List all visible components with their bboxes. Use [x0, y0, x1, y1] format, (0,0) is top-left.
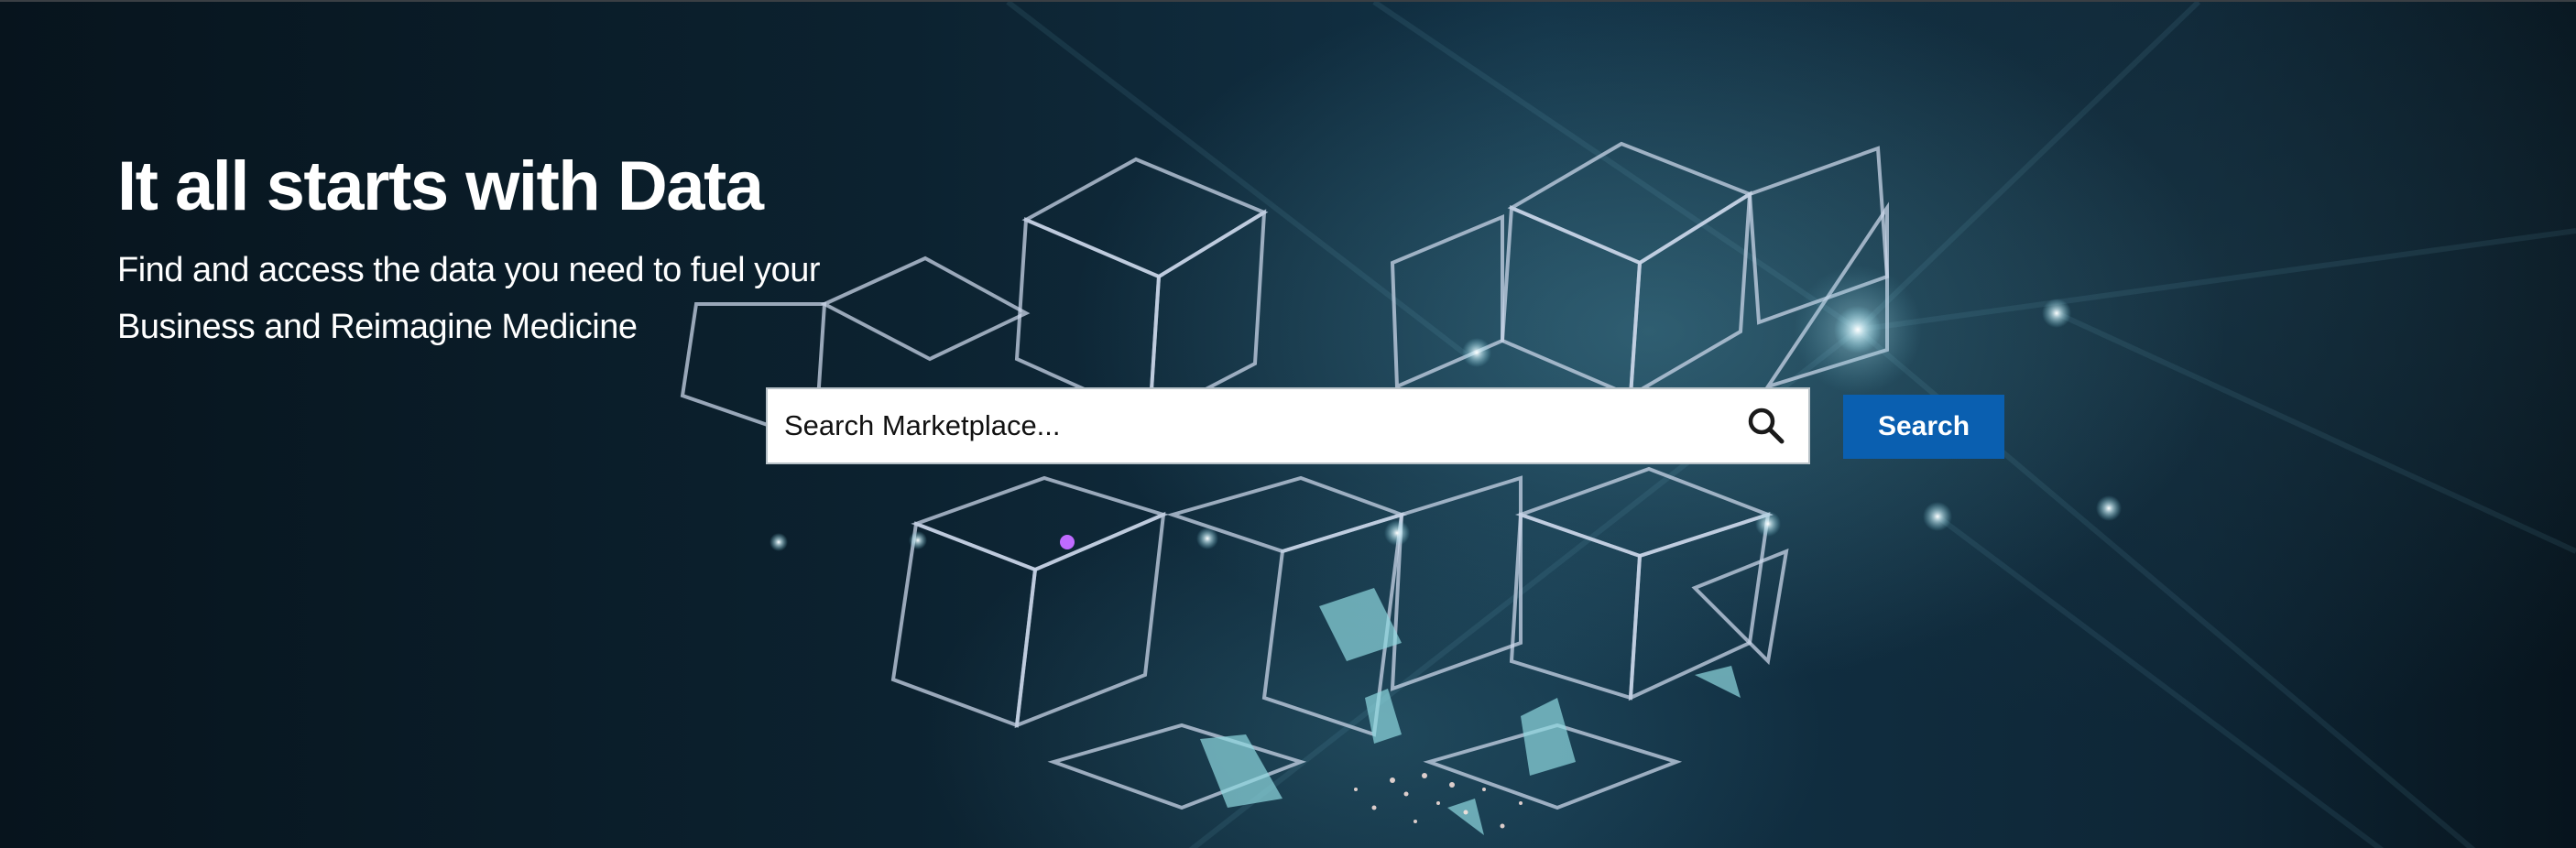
- search-input[interactable]: [768, 389, 1741, 462]
- search-button[interactable]: Search: [1843, 395, 2004, 459]
- hero-banner: It all starts with Data Find and access …: [0, 0, 2576, 848]
- search-box: [766, 387, 1810, 464]
- hero-subheadline-line2: Business and Reimagine Medicine: [117, 308, 638, 346]
- hero-subheadline-line1: Find and access the data you need to fue…: [117, 251, 821, 289]
- hero-subheadline: Find and access the data you need to fue…: [117, 242, 942, 355]
- search-icon[interactable]: [1741, 400, 1792, 451]
- hero-headline: It all starts with Data: [117, 147, 764, 225]
